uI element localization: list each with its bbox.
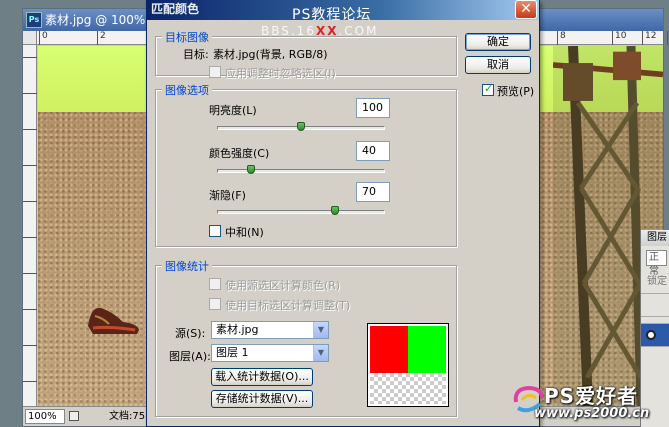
ruler-tick [23,93,37,94]
target-value: 素材.jpg(背景, RGB/8) [213,48,328,61]
ruler-tick [23,201,37,202]
intensity-slider-track[interactable] [217,169,385,173]
target-color-swatch [408,326,446,373]
target-group-legend: 目标图像 [162,29,212,45]
ruler-tick [23,57,37,58]
shoe-image [88,307,139,334]
source-color-swatch [370,326,408,373]
eye-icon[interactable] [646,330,656,340]
document-size-text: 文档:75 [109,411,146,422]
image-options-group: 图像选项 [155,82,457,247]
use-source-selection-checkbox[interactable] [209,278,221,290]
intensity-slider-thumb[interactable] [246,165,255,174]
lock-label: 锁定 [647,276,667,287]
match-color-dialog: 匹配颜色 ✕ PS教程论坛 BBS.16XX.COM 目标图像 目标: 素材.j… [146,0,540,427]
ruler-tick [23,381,37,382]
site-logo-name: PS爱好者 [544,384,639,408]
ruler-label: 0 [39,31,48,45]
ruler-label: 12 [642,31,656,45]
load-statistics-button[interactable]: 载入统计数据(O)... [211,368,313,386]
luminance-input[interactable]: 100 [356,98,390,118]
preview-label: 预览(P) [497,85,535,98]
layer-row[interactable] [641,293,669,317]
layer-label: 图层(A): [169,350,211,363]
ruler-label: 10 [612,31,626,45]
save-statistics-button[interactable]: 存储统计数据(V)... [211,390,313,408]
layers-panel-title[interactable]: 图层 [641,230,669,246]
use-source-selection-label: 使用源选区计算颜色(R) [225,279,341,292]
close-icon[interactable]: ✕ [515,0,537,19]
use-target-selection-label: 使用目标选区计算调整(T) [225,299,351,312]
neutralize-checkbox[interactable] [209,225,221,237]
luminance-slider-thumb[interactable] [297,122,305,131]
preview-checkbox[interactable] [482,82,494,96]
ruler-tick [23,237,37,238]
source-select-value: 素材.jpg [216,323,259,336]
zoom-field[interactable]: 100% [25,409,65,424]
cancel-button[interactable]: 取消 [465,56,531,74]
target-label: 目标: [183,48,209,61]
ignore-selection-checkbox[interactable] [209,66,221,78]
blend-mode-select[interactable]: 正常 [646,250,667,277]
fade-input[interactable]: 70 [356,182,390,202]
status-info-icon[interactable] [69,411,79,421]
ruler-tick [23,345,37,346]
photoshop-icon: Ps [26,12,42,28]
use-target-selection-checkbox[interactable] [209,298,221,310]
ignore-selection-label: 应用调整时忽略选区(I) [225,67,336,80]
image-options-legend: 图像选项 [162,82,212,98]
layer-row-selected[interactable] [641,323,669,347]
source-label: 源(S): [175,327,206,340]
intensity-label: 颜色强度(C) [209,147,270,160]
site-logo-url: www.ps2000.cn [534,406,650,421]
fade-slider-thumb[interactable] [330,206,339,215]
ruler-label: 2 [97,31,106,45]
watermark-text: PS教程论坛 [292,7,372,23]
ruler-vertical[interactable] [23,45,37,406]
color-preview-swatch [367,323,449,407]
chevron-down-icon[interactable]: ▼ [313,345,328,361]
ruler-tick [23,165,37,166]
neutralize-label: 中和(N) [225,226,264,239]
dialog-title: 匹配颜色 [151,2,200,16]
ruler-tick [23,129,37,130]
site-logo: PS爱好者 www.ps2000.cn [510,380,669,427]
ok-button[interactable]: 确定 [465,33,531,51]
ruler-tick [23,273,37,274]
chevron-down-icon[interactable]: ▼ [313,322,328,338]
intensity-input[interactable]: 40 [356,141,390,161]
layer-select[interactable]: 图层 1 ▼ [211,344,329,362]
ruler-tick [23,309,37,310]
ruler-corner[interactable] [23,31,37,45]
ruler-label: 8 [557,31,566,45]
transparency-checker [370,373,446,404]
fade-slider-track[interactable] [217,210,385,214]
layer-select-value: 图层 1 [216,346,249,359]
source-select[interactable]: 素材.jpg ▼ [211,321,329,339]
fade-label: 渐隐(F) [209,189,246,202]
image-stats-legend: 图像统计 [162,258,212,274]
luminance-label: 明亮度(L) [209,104,257,117]
